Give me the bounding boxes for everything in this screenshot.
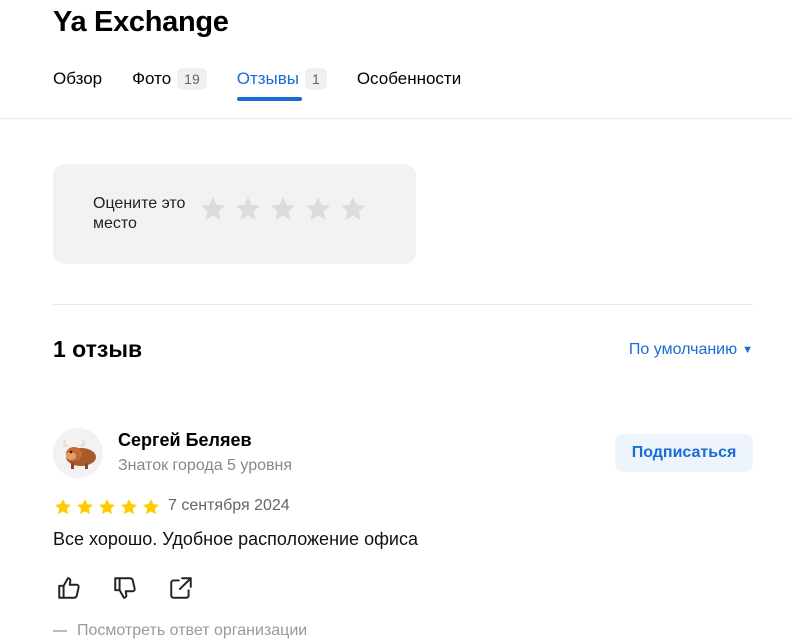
rate-place-card: Оцените это место	[53, 164, 416, 264]
thumbs-down-icon	[114, 577, 136, 599]
tab-bar: Обзор Фото 19 Отзывы 1 Особенности	[53, 64, 491, 104]
star-outline-icon	[341, 197, 365, 220]
subscribe-button[interactable]: Подписаться	[615, 434, 753, 472]
sort-label: По умолчанию	[628, 341, 738, 358]
tab-label: Обзор	[53, 69, 103, 88]
author-level: Знаток города 5 уровня	[118, 457, 293, 474]
star-outline-icon	[201, 197, 225, 220]
rate-star-4[interactable]	[303, 194, 333, 224]
tab-features[interactable]: Особенности	[357, 64, 461, 94]
photo-count-badge: 19	[177, 68, 207, 90]
star-filled-icon	[143, 499, 159, 515]
author-avatar[interactable]	[53, 428, 103, 478]
dislike-button[interactable]	[112, 575, 138, 601]
author-name[interactable]: Сергей Беляев	[118, 430, 252, 451]
star-outline-icon	[236, 197, 260, 220]
rate-stars	[198, 194, 368, 224]
star-filled-icon	[121, 499, 137, 515]
tab-label: Отзывы	[236, 69, 300, 88]
caret-down-icon: ▼	[742, 344, 753, 356]
rate-star-1[interactable]	[198, 194, 228, 224]
star-filled-icon	[55, 499, 71, 515]
star-filled-icon	[77, 499, 93, 515]
rate-star-3[interactable]	[268, 194, 298, 224]
view-org-reply-link[interactable]: Посмотреть ответ организации	[53, 622, 307, 640]
rate-star-5[interactable]	[338, 194, 368, 224]
rate-place-label: Оцените это место	[93, 195, 186, 232]
tab-label: Особенности	[356, 69, 462, 88]
yak-avatar-icon	[53, 428, 103, 478]
review-count-badge: 1	[305, 68, 327, 90]
tab-reviews[interactable]: Отзывы 1	[236, 64, 327, 101]
like-button[interactable]	[56, 575, 82, 601]
star-outline-icon	[271, 197, 295, 220]
tab-photos[interactable]: Фото 19	[132, 64, 207, 94]
header-divider	[0, 118, 793, 119]
section-divider	[53, 304, 753, 305]
share-icon	[170, 577, 192, 599]
review-date: 7 сентября 2024	[168, 497, 290, 514]
review-rating	[53, 497, 161, 517]
page-title: Ya Exchange	[53, 6, 229, 38]
thumbs-up-icon	[58, 577, 80, 599]
rate-star-2[interactable]	[233, 194, 263, 224]
star-outline-icon	[306, 197, 330, 220]
org-reply-label: Посмотреть ответ организации	[77, 622, 308, 639]
review-count: 1 отзыв	[53, 336, 143, 362]
review-actions	[56, 575, 194, 601]
tab-label: Фото	[132, 69, 172, 88]
share-button[interactable]	[168, 575, 194, 601]
sort-dropdown[interactable]: По умолчанию ▼	[629, 341, 753, 359]
tab-overview[interactable]: Обзор	[53, 64, 102, 94]
star-filled-icon	[99, 499, 115, 515]
review-text: Все хорошо. Удобное расположение офиса	[53, 529, 418, 549]
dash-icon	[53, 630, 67, 632]
